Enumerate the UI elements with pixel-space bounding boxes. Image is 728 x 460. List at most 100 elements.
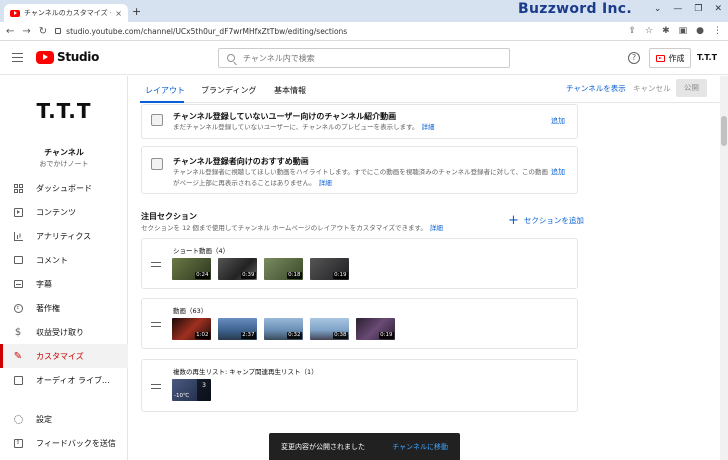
- section-shorts[interactable]: ショート動画（4） 0:24 0:39 0:18 0:19: [141, 238, 578, 289]
- thumbnail-row: 1:02 2:37 0:32 0:38 0:19: [172, 318, 395, 340]
- sidebar-item-comments[interactable]: コメント: [0, 248, 128, 272]
- sidebar-item-audio-library[interactable]: オーディオ ライブ...: [0, 368, 128, 392]
- featured-sections-desc: セクションを 12 個まで使用してチャンネル ホームページのレイアウトをカスタマ…: [141, 224, 443, 232]
- add-featured-video-button[interactable]: 追加: [551, 167, 565, 177]
- thumbnail-row: -10℃ 3: [172, 379, 211, 401]
- section-playlists[interactable]: 複数の再生リスト: キャンプ関連再生リスト（1） -10℃ 3: [141, 359, 578, 412]
- card-description: チャンネル登録者に視聴してほしい動画をハイライトします。すでにこの動画を視聴済み…: [173, 168, 549, 187]
- tab-search-icon[interactable]: ⌄: [654, 4, 662, 14]
- dollar-icon: $: [14, 326, 22, 338]
- drag-handle-icon[interactable]: [151, 322, 161, 327]
- studio-logo[interactable]: Studio: [36, 50, 99, 64]
- playlist-thumbnail[interactable]: -10℃ 3: [172, 379, 211, 401]
- extensions-icon[interactable]: ✱: [662, 26, 670, 36]
- video-thumbnail[interactable]: 1:02: [172, 318, 211, 340]
- sidebar-item-dashboard[interactable]: ダッシュボード: [0, 176, 128, 200]
- video-thumbnail[interactable]: 0:38: [310, 318, 349, 340]
- page-scrollbar[interactable]: [720, 76, 728, 460]
- sidebar-item-label: カスタマイズ: [36, 351, 84, 361]
- video-thumbnail[interactable]: 0:39: [218, 258, 257, 280]
- video-thumbnail[interactable]: 2:37: [218, 318, 257, 340]
- drag-handle-icon[interactable]: [151, 384, 161, 389]
- add-intro-video-button[interactable]: 追加: [551, 116, 565, 126]
- sidebar-item-label: 字幕: [36, 279, 52, 289]
- maximize-button[interactable]: ❐: [694, 4, 702, 14]
- share-icon[interactable]: ⇪: [628, 26, 636, 36]
- feedback-icon: !: [13, 438, 23, 448]
- section-title: 複数の再生リスト: キャンプ関連再生リスト（1）: [173, 368, 318, 376]
- tab-branding[interactable]: ブランディング: [201, 85, 256, 96]
- sidebar-item-label: 著作権: [36, 303, 60, 313]
- video-thumbnail[interactable]: 0:18: [264, 258, 303, 280]
- forward-button[interactable]: →: [22, 26, 30, 37]
- address-bar: ← → ↻ studio.youtube.com/channel/UCx5th0…: [0, 22, 728, 41]
- sidebar-item-customize[interactable]: ✎ カスタマイズ: [0, 344, 128, 368]
- sidebar-item-copyright[interactable]: c 著作権: [0, 296, 128, 320]
- sidepanel-icon[interactable]: ▣: [679, 26, 688, 36]
- sidebar-item-label: 設定: [36, 414, 52, 424]
- intro-video-card: チャンネル登録していないユーザー向けのチャンネル紹介動画 まだチャンネル登録して…: [141, 104, 578, 139]
- drag-handle-icon[interactable]: [151, 262, 161, 267]
- window-controls: ⌄ — ❐ ✕: [654, 4, 722, 14]
- learn-more-link[interactable]: 詳細: [430, 224, 443, 232]
- publish-button[interactable]: 公開: [676, 79, 707, 97]
- duration-badge: 2:37: [240, 332, 256, 339]
- channel-avatar[interactable]: T.T.T: [36, 97, 92, 125]
- browser-tab[interactable]: チャンネルのカスタマイズ - YouTube S ×: [4, 4, 128, 22]
- url-text: studio.youtube.com/channel/UCx5th0ur_dF7…: [66, 26, 348, 36]
- reload-button[interactable]: ↻: [39, 26, 47, 37]
- sidebar-item-content[interactable]: コンテンツ: [0, 200, 128, 224]
- sidebar-item-earn[interactable]: $ 収益受け取り: [0, 320, 128, 344]
- duration-badge: 0:39: [240, 272, 256, 279]
- sidebar-item-label: フィードバックを送信: [36, 438, 116, 448]
- video-thumbnail[interactable]: 0:19: [310, 258, 349, 280]
- tab-basic-info[interactable]: 基本情報: [274, 85, 306, 96]
- back-button[interactable]: ←: [6, 26, 14, 37]
- analytics-icon: [13, 231, 23, 241]
- sidebar-nav: ダッシュボード コンテンツ アナリティクス コメント 字幕 c 著作権 $ 収益…: [0, 176, 128, 392]
- add-section-button[interactable]: + セクションを追加: [508, 214, 584, 227]
- search-box[interactable]: [218, 48, 510, 68]
- audio-library-icon: [13, 375, 23, 385]
- scrollbar-thumb[interactable]: [721, 116, 727, 146]
- go-to-channel-link[interactable]: チャンネルに移動: [392, 442, 448, 452]
- channel-label: チャンネル: [44, 148, 84, 157]
- watermark-brand: Buzzword Inc.: [518, 1, 632, 17]
- video-thumbnail[interactable]: 0:19: [356, 318, 395, 340]
- learn-more-link[interactable]: 詳細: [421, 123, 434, 131]
- section-videos[interactable]: 動画（63） 1:02 2:37 0:32 0:38 0:19: [141, 298, 578, 349]
- tab-layout[interactable]: レイアウト: [145, 85, 185, 96]
- sidebar-item-subtitles[interactable]: 字幕: [0, 272, 128, 296]
- search-input[interactable]: [243, 53, 493, 63]
- video-thumbnail[interactable]: 0:24: [172, 258, 211, 280]
- view-channel-link[interactable]: チャンネルを表示: [566, 83, 626, 94]
- help-icon[interactable]: ?: [628, 52, 640, 64]
- video-frame-icon: [151, 114, 163, 126]
- account-avatar[interactable]: T.T.T: [697, 53, 717, 62]
- subtitles-icon: [13, 279, 23, 289]
- youtube-play-icon: [36, 50, 54, 64]
- learn-more-link[interactable]: 詳細: [319, 179, 332, 187]
- profile-icon[interactable]: ●: [696, 26, 704, 36]
- duration-badge: 0:38: [332, 332, 348, 339]
- video-thumbnail[interactable]: 0:32: [264, 318, 303, 340]
- duration-badge: 0:32: [286, 332, 302, 339]
- menu-kebab-icon[interactable]: ⋮: [713, 26, 722, 36]
- new-tab-button[interactable]: +: [132, 5, 141, 18]
- dashboard-icon: [13, 183, 23, 193]
- sidebar-item-feedback[interactable]: ! フィードバックを送信: [0, 431, 128, 455]
- cancel-button[interactable]: キャンセル: [633, 83, 671, 94]
- hamburger-menu-icon[interactable]: [12, 53, 23, 62]
- sidebar-item-analytics[interactable]: アナリティクス: [0, 224, 128, 248]
- playlist-count: 3: [197, 379, 211, 401]
- sidebar-item-settings[interactable]: 設定: [0, 407, 128, 431]
- minimize-button[interactable]: —: [673, 4, 682, 14]
- close-window-button[interactable]: ✕: [714, 4, 722, 14]
- active-tab-indicator: [140, 101, 184, 103]
- bookmark-star-icon[interactable]: ☆: [645, 26, 653, 36]
- sidebar-item-label: コンテンツ: [36, 207, 76, 217]
- create-button[interactable]: 作成: [649, 48, 691, 68]
- sidebar-item-label: 収益受け取り: [36, 327, 84, 337]
- tab-close-icon[interactable]: ×: [115, 9, 122, 18]
- url-field[interactable]: studio.youtube.com/channel/UCx5th0ur_dF7…: [55, 27, 620, 36]
